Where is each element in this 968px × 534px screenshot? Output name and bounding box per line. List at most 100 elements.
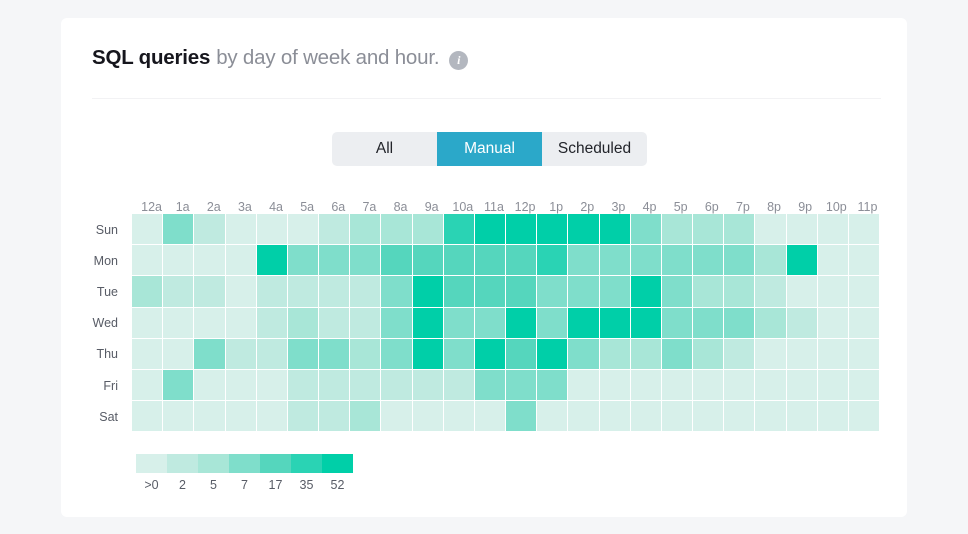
- heatmap-cell[interactable]: [474, 214, 506, 245]
- heatmap-cell[interactable]: [225, 401, 256, 432]
- heatmap-cell[interactable]: [256, 276, 287, 307]
- heatmap-cell[interactable]: [287, 276, 319, 307]
- heatmap-cell[interactable]: [755, 276, 786, 307]
- heatmap-cell[interactable]: [848, 276, 880, 307]
- heatmap-cell[interactable]: [724, 369, 755, 401]
- heatmap-cell[interactable]: [194, 401, 225, 432]
- heatmap-cell[interactable]: [319, 245, 350, 276]
- heatmap-cell[interactable]: [661, 276, 693, 307]
- heatmap-cell[interactable]: [287, 245, 319, 276]
- heatmap-cell[interactable]: [848, 401, 880, 432]
- heatmap-cell[interactable]: [132, 307, 163, 338]
- heatmap-cell[interactable]: [630, 276, 661, 307]
- heatmap-cell[interactable]: [506, 338, 537, 369]
- heatmap-cell[interactable]: [350, 369, 381, 401]
- heatmap-cell[interactable]: [350, 338, 381, 369]
- heatmap-cell[interactable]: [474, 401, 506, 432]
- heatmap-cell[interactable]: [381, 276, 412, 307]
- heatmap-cell[interactable]: [848, 369, 880, 401]
- heatmap-cell[interactable]: [848, 338, 880, 369]
- heatmap-cell[interactable]: [537, 214, 568, 245]
- heatmap-cell[interactable]: [194, 307, 225, 338]
- heatmap-cell[interactable]: [537, 369, 568, 401]
- heatmap-cell[interactable]: [287, 401, 319, 432]
- heatmap-cell[interactable]: [287, 338, 319, 369]
- heatmap-cell[interactable]: [724, 276, 755, 307]
- heatmap-cell[interactable]: [817, 276, 848, 307]
- heatmap-cell[interactable]: [506, 245, 537, 276]
- heatmap-cell[interactable]: [786, 401, 817, 432]
- heatmap-cell[interactable]: [693, 338, 724, 369]
- heatmap-cell[interactable]: [225, 307, 256, 338]
- heatmap-cell[interactable]: [256, 307, 287, 338]
- heatmap-cell[interactable]: [817, 245, 848, 276]
- heatmap-cell[interactable]: [443, 214, 474, 245]
- heatmap-cell[interactable]: [287, 369, 319, 401]
- heatmap-cell[interactable]: [412, 369, 443, 401]
- heatmap-cell[interactable]: [163, 401, 194, 432]
- heatmap-cell[interactable]: [568, 307, 599, 338]
- heatmap-cell[interactable]: [381, 338, 412, 369]
- heatmap-cell[interactable]: [724, 338, 755, 369]
- heatmap-cell[interactable]: [537, 338, 568, 369]
- heatmap-cell[interactable]: [630, 214, 661, 245]
- heatmap-cell[interactable]: [412, 245, 443, 276]
- heatmap-cell[interactable]: [225, 369, 256, 401]
- heatmap-cell[interactable]: [661, 214, 693, 245]
- heatmap-cell[interactable]: [568, 369, 599, 401]
- heatmap-cell[interactable]: [474, 307, 506, 338]
- heatmap-cell[interactable]: [630, 338, 661, 369]
- heatmap-cell[interactable]: [786, 245, 817, 276]
- heatmap-cell[interactable]: [693, 245, 724, 276]
- heatmap-cell[interactable]: [630, 369, 661, 401]
- heatmap-cell[interactable]: [537, 245, 568, 276]
- heatmap-cell[interactable]: [225, 245, 256, 276]
- heatmap-cell[interactable]: [506, 214, 537, 245]
- heatmap-cell[interactable]: [443, 338, 474, 369]
- heatmap-cell[interactable]: [848, 214, 880, 245]
- heatmap-cell[interactable]: [319, 276, 350, 307]
- heatmap-cell[interactable]: [443, 245, 474, 276]
- heatmap-cell[interactable]: [599, 214, 630, 245]
- heatmap-cell[interactable]: [132, 214, 163, 245]
- heatmap-cell[interactable]: [319, 307, 350, 338]
- heatmap-cell[interactable]: [132, 245, 163, 276]
- heatmap-cell[interactable]: [443, 369, 474, 401]
- heatmap-cell[interactable]: [568, 338, 599, 369]
- heatmap-cell[interactable]: [443, 276, 474, 307]
- heatmap-cell[interactable]: [194, 276, 225, 307]
- heatmap-cell[interactable]: [724, 401, 755, 432]
- heatmap-cell[interactable]: [661, 307, 693, 338]
- heatmap-cell[interactable]: [817, 214, 848, 245]
- heatmap-cell[interactable]: [443, 401, 474, 432]
- heatmap-cell[interactable]: [319, 338, 350, 369]
- heatmap-cell[interactable]: [848, 307, 880, 338]
- heatmap-cell[interactable]: [381, 369, 412, 401]
- heatmap-cell[interactable]: [256, 214, 287, 245]
- heatmap-cell[interactable]: [661, 245, 693, 276]
- heatmap-cell[interactable]: [350, 276, 381, 307]
- heatmap-cell[interactable]: [381, 245, 412, 276]
- heatmap-cell[interactable]: [724, 307, 755, 338]
- heatmap-cell[interactable]: [350, 401, 381, 432]
- info-icon[interactable]: i: [449, 50, 469, 70]
- heatmap-cell[interactable]: [599, 307, 630, 338]
- heatmap-cell[interactable]: [256, 369, 287, 401]
- heatmap-cell[interactable]: [630, 245, 661, 276]
- heatmap-cell[interactable]: [163, 369, 194, 401]
- heatmap-cell[interactable]: [630, 307, 661, 338]
- heatmap-cell[interactable]: [568, 245, 599, 276]
- heatmap-cell[interactable]: [506, 276, 537, 307]
- heatmap-cell[interactable]: [537, 307, 568, 338]
- heatmap-cell[interactable]: [817, 401, 848, 432]
- heatmap-cell[interactable]: [194, 338, 225, 369]
- heatmap-cell[interactable]: [194, 245, 225, 276]
- heatmap-cell[interactable]: [474, 276, 506, 307]
- heatmap-cell[interactable]: [568, 401, 599, 432]
- heatmap-cell[interactable]: [506, 369, 537, 401]
- heatmap-cell[interactable]: [755, 214, 786, 245]
- heatmap-cell[interactable]: [163, 276, 194, 307]
- heatmap-cell[interactable]: [537, 276, 568, 307]
- heatmap-cell[interactable]: [132, 276, 163, 307]
- heatmap-cell[interactable]: [724, 245, 755, 276]
